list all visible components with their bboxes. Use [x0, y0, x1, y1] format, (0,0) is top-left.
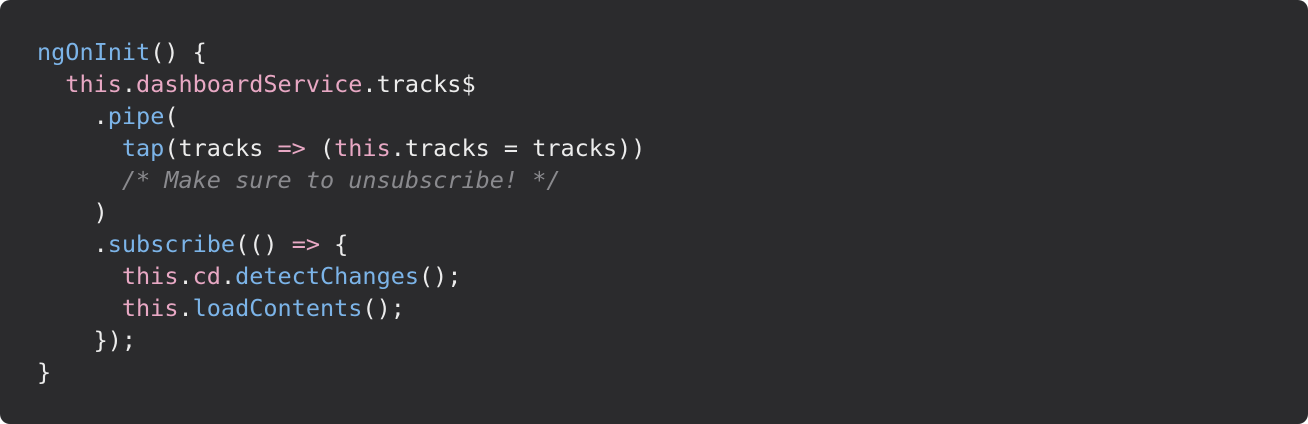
code-function-token: subscribe [107, 230, 236, 258]
code-block[interactable]: ngOnInit() { this.dashboardService.track… [37, 36, 1308, 388]
code-function-token: ngOnInit [37, 38, 151, 66]
code-line: .pipe( [37, 100, 1308, 132]
code-function-token: tap [121, 134, 165, 162]
code-window: ngOnInit() { this.dashboardService.track… [0, 0, 1308, 424]
code-text-token: .tracks = tracks)) [390, 134, 646, 162]
code-line: this.dashboardService.tracks$ [37, 68, 1308, 100]
code-line: .subscribe(() => { [37, 228, 1308, 260]
code-comment-token: /* Make sure to unsubscribe! */ [121, 166, 561, 194]
code-text-token: . [37, 230, 108, 258]
code-operator-token: => [277, 134, 306, 162]
code-text-token: () { [150, 38, 207, 66]
code-text-token: } [37, 358, 52, 386]
code-text-token: ( [164, 102, 179, 130]
code-function-token: loadContents [192, 294, 363, 322]
code-function-token: pipe [107, 102, 165, 130]
code-property-token: cd [192, 262, 221, 290]
code-function-token: detectChanges [235, 262, 420, 290]
code-keyword-token: this [65, 70, 122, 98]
code-keyword-token: this [334, 134, 391, 162]
code-text-token: . [121, 70, 137, 98]
code-text-token: ( [305, 134, 335, 162]
code-line: ) [37, 196, 1308, 228]
code-text-token: . [37, 102, 108, 130]
code-text-token: . [178, 262, 193, 290]
code-line: /* Make sure to unsubscribe! */ [37, 164, 1308, 196]
code-text-token: . [178, 294, 193, 322]
code-text-token: (tracks [164, 134, 278, 162]
code-line: this.loadContents(); [37, 292, 1308, 324]
code-text-token: .tracks$ [362, 70, 476, 98]
code-text-token: (); [362, 294, 405, 322]
code-line: tap(tracks => (this.tracks = tracks)) [37, 132, 1308, 164]
code-keyword-token: this [121, 262, 179, 290]
code-line: } [37, 356, 1308, 388]
code-keyword-token: this [121, 294, 179, 322]
code-text-token: (() [235, 230, 292, 258]
code-line: ngOnInit() { [37, 36, 1308, 68]
code-operator-token: => [291, 230, 320, 258]
code-text-token: ) [37, 198, 108, 226]
code-property-token: dashboardService [136, 70, 363, 98]
code-text-token: . [220, 262, 236, 290]
code-text-token: }); [37, 326, 137, 354]
code-text-token: (); [419, 262, 462, 290]
code-line: this.cd.detectChanges(); [37, 260, 1308, 292]
code-text-token: { [319, 230, 349, 258]
code-line: }); [37, 324, 1308, 356]
